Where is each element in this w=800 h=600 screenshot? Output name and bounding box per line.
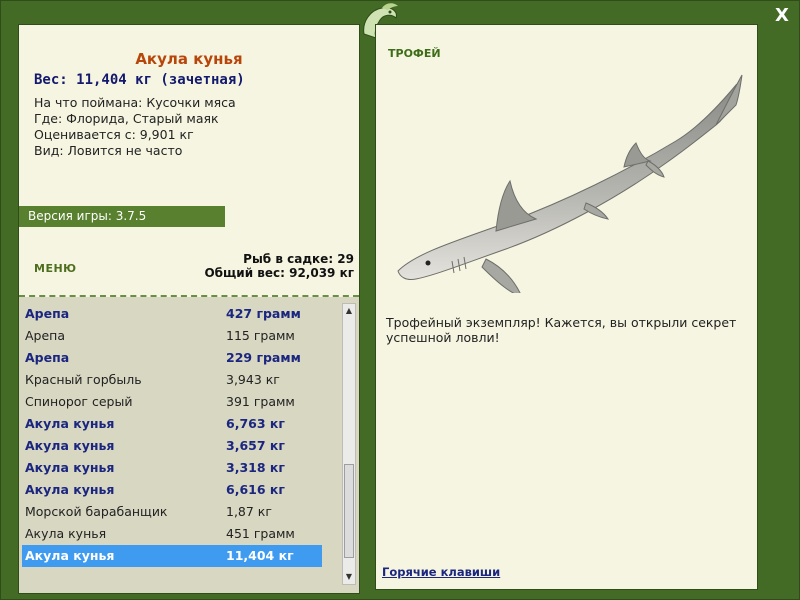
hotkeys-link[interactable]: Горячие клавиши <box>382 565 500 579</box>
catch-name: Акула кунья <box>25 482 115 497</box>
list-item[interactable]: Акула кунья 3,657 кг <box>22 435 322 457</box>
location-info: Где: Флорида, Старый маяк <box>34 111 219 126</box>
catch-weight: 6,616 кг <box>226 482 285 497</box>
catch-name: Акула кунья <box>25 416 115 431</box>
trophy-message: Трофейный экземпляр! Кажется, вы открыли… <box>386 315 737 345</box>
close-button[interactable]: X <box>772 6 792 26</box>
value-info: Оценивается с: 9,901 кг <box>34 127 194 142</box>
shark-image <box>397 74 743 293</box>
fish-name: Акула кунья <box>135 50 243 68</box>
catch-weight: 115 грамм <box>226 328 295 343</box>
trophy-panel: ТРОФЕЙ Трофейный экземпляр! Кажется, вы … <box>375 24 758 590</box>
fish-info-panel: Акула кунья Вес: 11,404 кг (зачетная) На… <box>18 24 360 594</box>
catch-weight: 391 грамм <box>226 394 295 409</box>
list-item[interactable]: Морской барабанщик 1,87 кг <box>22 501 322 523</box>
list-item[interactable]: Акула кунья 6,616 кг <box>22 479 322 501</box>
list-item[interactable]: Акула кунья 451 грамм <box>22 523 322 545</box>
catch-name: Арепа <box>25 306 70 321</box>
list-item[interactable]: Арепа 115 грамм <box>22 325 322 347</box>
catch-name: Акула кунья <box>25 460 115 475</box>
catch-name: Арепа <box>25 328 66 343</box>
fish-weight: Вес: 11,404 кг (зачетная) <box>34 72 245 88</box>
catch-weight: 229 грамм <box>226 350 301 365</box>
game-version: Версия игры: 3.7.5 <box>19 206 225 227</box>
catch-name: Акула кунья <box>25 548 115 563</box>
list-item[interactable]: Акула кунья 6,763 кг <box>22 413 322 435</box>
catch-name: Спинорог серый <box>25 394 133 409</box>
list-item[interactable]: Арепа 229 грамм <box>22 347 322 369</box>
catch-weight: 451 грамм <box>226 526 295 541</box>
catch-name: Арепа <box>25 350 70 365</box>
list-item[interactable]: Красный горбыль 3,943 кг <box>22 369 322 391</box>
list-item[interactable]: Акула кунья 11,404 кг <box>22 545 322 567</box>
bait-info: На что поймана: Кусочки мяса <box>34 95 236 110</box>
catch-weight: 3,943 кг <box>226 372 280 387</box>
catch-weight: 3,657 кг <box>226 438 285 453</box>
list-item[interactable]: Спинорог серый 391 грамм <box>22 391 322 413</box>
keepnet-count: Рыб в садке: 29 <box>243 252 354 266</box>
catch-name: Акула кунья <box>25 526 107 541</box>
rarity-info: Вид: Ловится не часто <box>34 143 183 158</box>
menu-button[interactable]: МЕНЮ <box>34 262 77 275</box>
list-item[interactable]: Арепа 427 грамм <box>22 303 322 325</box>
scroll-thumb[interactable] <box>344 464 354 558</box>
catch-weight: 1,87 кг <box>226 504 272 519</box>
catch-list: Арепа 427 грамм Арепа 115 грамм Арепа 229 гра… <box>19 297 359 593</box>
catch-weight: 3,318 кг <box>226 460 285 475</box>
catch-weight: 6,763 кг <box>226 416 285 431</box>
total-weight: Общий вес: 92,039 кг <box>204 266 354 280</box>
scrollbar[interactable]: ▲ ▼ <box>342 303 356 585</box>
scroll-up-icon[interactable]: ▲ <box>343 304 355 318</box>
scroll-down-icon[interactable]: ▼ <box>343 570 355 584</box>
catch-weight: 427 грамм <box>226 306 301 321</box>
catch-name: Акула кунья <box>25 438 115 453</box>
list-item[interactable]: Акула кунья 3,318 кг <box>22 457 322 479</box>
catch-weight: 11,404 кг <box>226 548 294 563</box>
catch-name: Морской барабанщик <box>25 504 168 519</box>
catch-name: Красный горбыль <box>25 372 142 387</box>
